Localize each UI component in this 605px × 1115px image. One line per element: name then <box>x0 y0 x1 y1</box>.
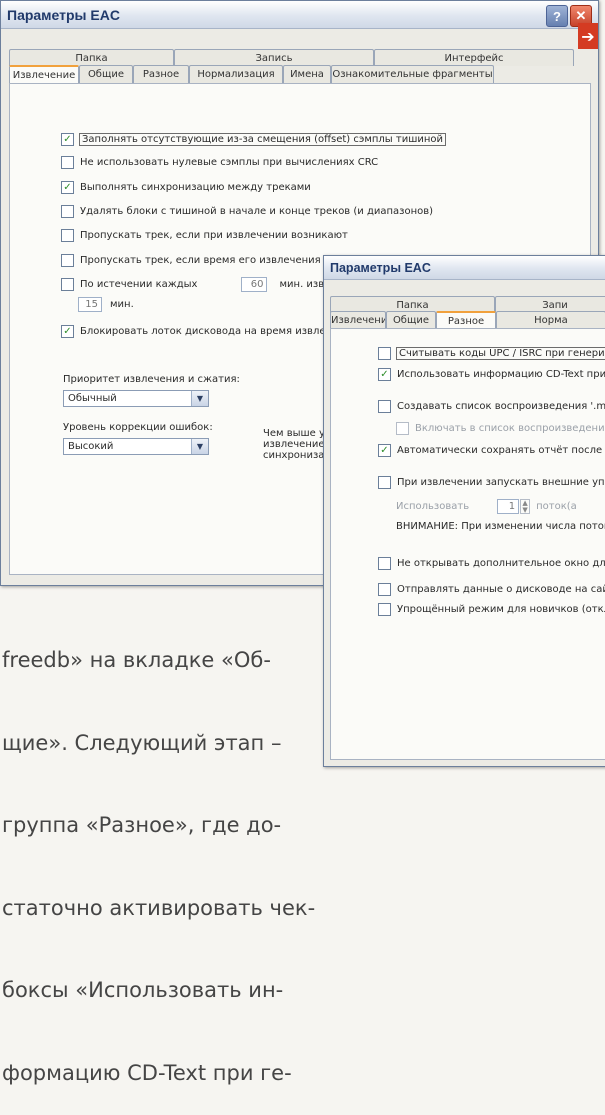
chevron-down-icon[interactable]: ▼ <box>191 439 208 454</box>
option-every-interval[interactable]: По истечении каждых 60 мин. извлечени <box>61 277 362 292</box>
tab-write[interactable]: Запись <box>174 49 374 66</box>
tab-general[interactable]: Общие <box>79 65 133 83</box>
option-external-encoders[interactable]: При извлечении запускать внешние упаков <box>378 476 605 489</box>
checkbox[interactable] <box>378 583 391 596</box>
checkbox[interactable] <box>378 347 391 360</box>
option-skip-track-time[interactable]: Пропускать трек, если время его извлечен… <box>61 254 343 267</box>
checkbox[interactable] <box>61 156 74 169</box>
checkbox-checked[interactable]: ✓ <box>61 181 74 194</box>
option-beginner-mode[interactable]: Упрощённый режим для новичков (отключе <box>378 603 605 616</box>
checkbox-disabled[interactable] <box>396 422 409 435</box>
window-title: Параметры EAC <box>330 260 431 275</box>
checkbox[interactable] <box>61 278 74 291</box>
tab-normalization[interactable]: Норма <box>496 311 605 329</box>
correction-select[interactable]: Высокий ▼ <box>63 438 209 455</box>
threads-row: Использовать 1 ▲ ▼ поток(а <box>396 499 577 514</box>
minutes-row: 15 мин. <box>78 297 134 312</box>
option-lock-tray[interactable]: ✓ Блокировать лоток дисковода на время и… <box>61 325 344 338</box>
tab-normalization[interactable]: Нормализация <box>189 65 283 83</box>
priority-label: Приоритет извлечения и сжатия: <box>63 374 240 385</box>
checkbox[interactable] <box>378 557 391 570</box>
option-create-m3u[interactable]: Создавать список воспроизведения '.m3u' … <box>378 400 605 413</box>
article-text: freedb» на вкладке «Об- щие». Следующий … <box>2 648 316 1085</box>
option-read-upc-isrc[interactable]: Считывать коды UPC / ISRC при генериров <box>378 347 605 360</box>
arrow-icon: ➔ <box>578 23 598 49</box>
tab-misc[interactable]: Разное <box>133 65 189 83</box>
tab-preview-fragments[interactable]: Ознакомительные фрагменты <box>331 65 494 83</box>
option-send-drive-data[interactable]: Отправлять данные о дисководе на сайт EA <box>378 583 605 596</box>
correction-label: Уровень коррекции ошибок: <box>63 422 213 433</box>
window-titlebar: Параметры EAC <box>1 1 598 29</box>
option-no-extra-window[interactable]: Не открывать дополнительное окно для вн <box>378 557 605 570</box>
checkbox[interactable] <box>378 603 391 616</box>
priority-select[interactable]: Обычный ▼ <box>63 390 209 407</box>
option-use-cd-text[interactable]: ✓ Использовать информацию CD-Text при ге <box>378 368 605 381</box>
checkbox[interactable] <box>61 205 74 218</box>
checkbox-checked[interactable]: ✓ <box>61 133 74 146</box>
option-skip-track-errors[interactable]: Пропускать трек, если при извлечении воз… <box>61 229 348 242</box>
spinner-arrows-icon[interactable]: ▲ ▼ <box>520 499 531 514</box>
option-sync-tracks[interactable]: ✓ Выполнять синхронизацию между треками <box>61 181 311 194</box>
checkbox[interactable] <box>378 400 391 413</box>
checkbox-checked[interactable]: ✓ <box>378 444 391 457</box>
correction-hint: Чем выше у извлечение синхронизац <box>263 428 332 461</box>
tab-extraction[interactable]: Извлечение <box>9 65 79 83</box>
help-button[interactable]: ? <box>546 5 568 27</box>
tab-names[interactable]: Имена <box>283 65 331 83</box>
checkbox[interactable] <box>61 229 74 242</box>
interval-input[interactable]: 60 <box>241 277 268 292</box>
option-remove-silence[interactable]: Удалять блоки с тишиной в начале и конце… <box>61 205 433 218</box>
option-autosave-log[interactable]: ✓ Автоматически сохранять отчёт после из… <box>378 444 605 457</box>
settings-window-misc: Параметры EAC Папка Запи Извлечение Общи… <box>323 255 605 767</box>
tab-extraction[interactable]: Извлечение <box>330 311 386 329</box>
checkbox[interactable] <box>61 254 74 267</box>
option-include-in-playlist[interactable]: Включать в список воспроизведения '. <box>396 422 605 435</box>
threads-warning: ВНИМАНИЕ: При изменении числа потоков <box>396 521 605 532</box>
tab-interface[interactable]: Интерфейс <box>374 49 574 66</box>
window-titlebar: Параметры EAC <box>324 256 605 280</box>
option-no-null-samples-crc[interactable]: Не использовать нулевые сэмплы при вычис… <box>61 156 378 169</box>
checkbox-checked[interactable]: ✓ <box>378 368 391 381</box>
checkbox-checked[interactable]: ✓ <box>61 325 74 338</box>
tab-general[interactable]: Общие <box>386 311 436 329</box>
tab-misc[interactable]: Разное <box>436 311 496 329</box>
tab-folder[interactable]: Папка <box>9 49 174 66</box>
checkbox[interactable] <box>378 476 391 489</box>
window-title: Параметры EAC <box>7 6 120 23</box>
threads-input[interactable]: 1 <box>497 499 520 514</box>
option-fill-offset-silence[interactable]: ✓ Заполнять отсутствующие из-за смещения… <box>61 133 447 146</box>
misc-panel <box>330 328 605 760</box>
minutes-input[interactable]: 15 <box>78 297 102 312</box>
chevron-down-icon[interactable]: ▼ <box>191 391 208 406</box>
